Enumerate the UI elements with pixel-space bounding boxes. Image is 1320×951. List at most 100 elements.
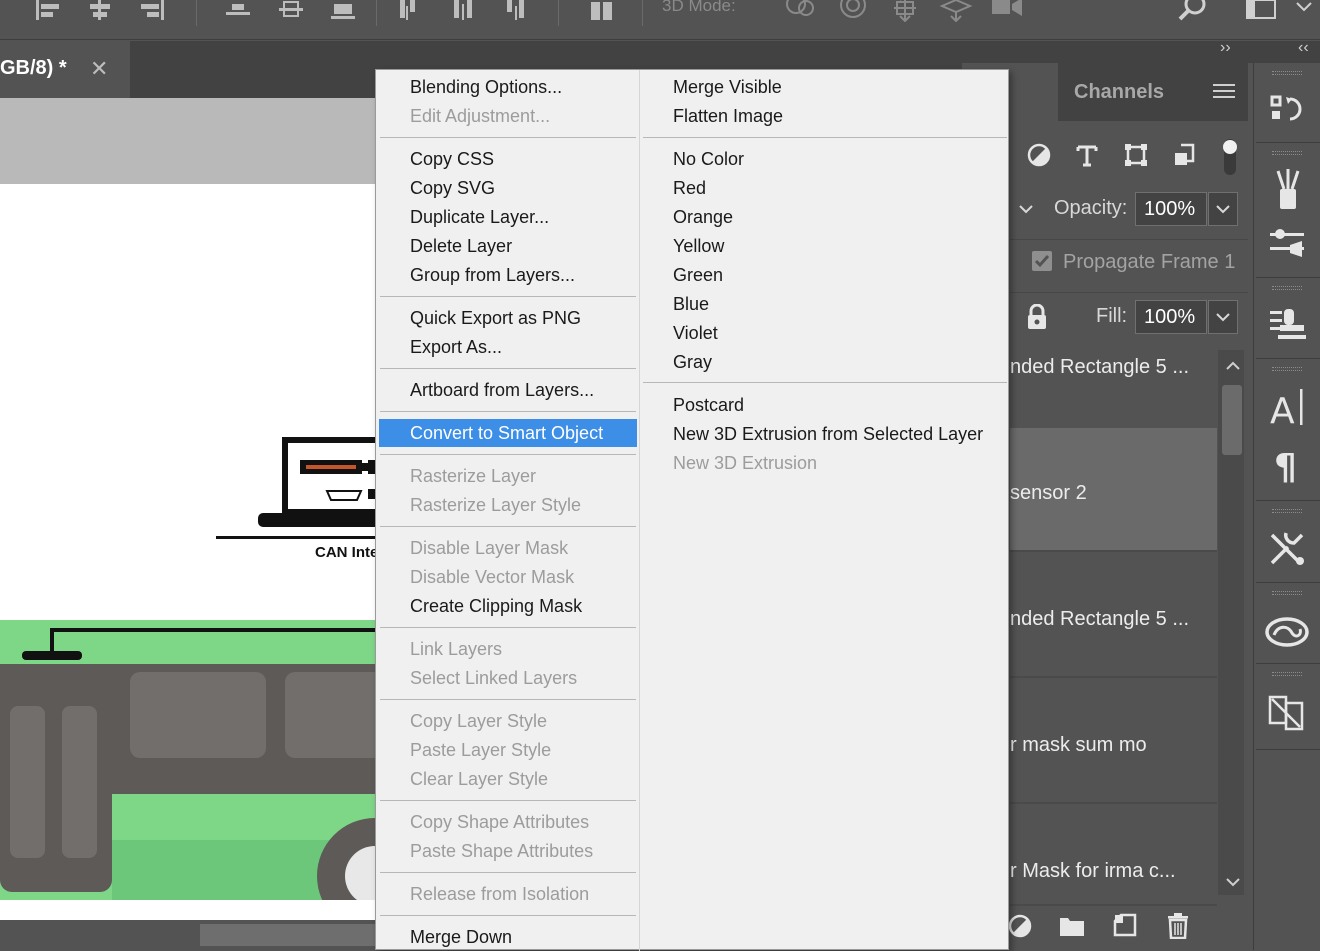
- grip[interactable]: [1272, 367, 1302, 371]
- align-top-icon[interactable]: [224, 0, 252, 22]
- search-icon[interactable]: [1176, 0, 1210, 22]
- scroll-up-icon[interactable]: [1224, 360, 1242, 372]
- menu-item-gray[interactable]: Gray: [642, 348, 1007, 376]
- fill-dropdown[interactable]: [1208, 300, 1238, 334]
- menu-item-paste-shape-attributes[interactable]: Paste Shape Attributes: [379, 837, 637, 865]
- roll-3d-icon[interactable]: [836, 0, 870, 22]
- brushes-icon[interactable]: [1264, 167, 1310, 213]
- collapse-panels-icon[interactable]: ››: [1220, 39, 1231, 57]
- shape-filter-icon[interactable]: [1124, 143, 1148, 167]
- menu-item-create-clipping-mask[interactable]: Create Clipping Mask: [379, 592, 637, 620]
- menu-item-clear-layer-style[interactable]: Clear Layer Style: [379, 765, 637, 793]
- menu-item-group-from-layers[interactable]: Group from Layers...: [379, 261, 637, 289]
- trash-icon[interactable]: [1167, 913, 1189, 939]
- propagate-checkbox[interactable]: [1031, 250, 1053, 272]
- menu-item-artboard-from-layers[interactable]: Artboard from Layers...: [379, 376, 637, 404]
- menu-item-yellow[interactable]: Yellow: [642, 232, 1007, 260]
- menu-item-no-color[interactable]: No Color: [642, 145, 1007, 173]
- chevron-down-icon[interactable]: [1294, 0, 1314, 22]
- grip[interactable]: [1272, 71, 1302, 75]
- grip[interactable]: [1272, 151, 1302, 155]
- distribute-left-icon[interactable]: [398, 0, 426, 22]
- folder-icon[interactable]: [1059, 915, 1085, 937]
- distribute-center-icon[interactable]: [450, 0, 478, 22]
- grip[interactable]: [1272, 286, 1302, 290]
- menu-item-flatten-image[interactable]: Flatten Image: [642, 102, 1007, 130]
- pan-3d-icon[interactable]: [888, 0, 922, 22]
- mask-icon[interactable]: [1008, 913, 1032, 939]
- scrollbar-thumb[interactable]: [1222, 385, 1242, 455]
- tools-icon[interactable]: [1264, 525, 1310, 571]
- menu-item-quick-export-png[interactable]: Quick Export as PNG: [379, 304, 637, 332]
- layer-row[interactable]: r mask sum mo: [1010, 680, 1217, 804]
- align-bottom-icon[interactable]: [329, 0, 357, 22]
- opacity-input[interactable]: 100%: [1135, 192, 1207, 226]
- menu-item-new-3d-extrusion-selected[interactable]: New 3D Extrusion from Selected Layer: [642, 420, 1007, 448]
- document-tab[interactable]: GB/8) * ✕: [0, 41, 130, 98]
- menu-item-blending-options[interactable]: Blending Options...: [379, 73, 637, 101]
- menu-item-violet[interactable]: Violet: [642, 319, 1007, 347]
- menu-item-copy-svg[interactable]: Copy SVG: [379, 174, 637, 202]
- menu-item-rasterize-layer[interactable]: Rasterize Layer: [379, 462, 637, 490]
- distribute-right-icon[interactable]: [503, 0, 531, 22]
- panel-menu-icon[interactable]: [1213, 83, 1235, 99]
- menu-item-copy-css[interactable]: Copy CSS: [379, 145, 637, 173]
- character-icon[interactable]: A: [1264, 383, 1310, 429]
- paragraph-icon[interactable]: ¶: [1264, 439, 1310, 485]
- grip[interactable]: [1272, 591, 1302, 595]
- tab-channels[interactable]: Channels: [1074, 81, 1164, 104]
- close-icon[interactable]: ✕: [90, 56, 108, 82]
- slide-3d-icon[interactable]: [938, 0, 974, 22]
- menu-item-merge-visible[interactable]: Merge Visible: [642, 73, 1007, 101]
- brush-settings-icon[interactable]: [1264, 221, 1310, 267]
- menu-item-green[interactable]: Green: [642, 261, 1007, 289]
- adjustment-filter-icon[interactable]: [1027, 143, 1051, 167]
- menu-item-disable-layer-mask[interactable]: Disable Layer Mask: [379, 534, 637, 562]
- workspace-icon[interactable]: [1244, 0, 1280, 22]
- distribute-spacing-icon[interactable]: [588, 0, 616, 22]
- blend-mode-dropdown-icon[interactable]: [1012, 193, 1042, 227]
- menu-item-export-as[interactable]: Export As...: [379, 333, 637, 361]
- filter-toggle-icon[interactable]: [1222, 137, 1238, 177]
- lock-icon[interactable]: [1025, 304, 1049, 330]
- align-right-icon[interactable]: [138, 0, 166, 22]
- grip[interactable]: [1272, 672, 1302, 676]
- opacity-dropdown[interactable]: [1208, 192, 1238, 226]
- menu-item-select-linked-layers[interactable]: Select Linked Layers: [379, 664, 637, 692]
- menu-item-disable-vector-mask[interactable]: Disable Vector Mask: [379, 563, 637, 591]
- menu-item-copy-layer-style[interactable]: Copy Layer Style: [379, 707, 637, 735]
- history-icon[interactable]: [1264, 87, 1310, 133]
- menu-item-release-from-isolation[interactable]: Release from Isolation: [379, 880, 637, 908]
- menu-item-new-3d-extrusion[interactable]: New 3D Extrusion: [642, 449, 1007, 477]
- menu-item-delete-layer[interactable]: Delete Layer: [379, 232, 637, 260]
- align-hcenter-icon[interactable]: [86, 0, 114, 22]
- orbit-3d-icon[interactable]: [782, 0, 818, 22]
- scroll-down-icon[interactable]: [1224, 876, 1242, 888]
- menu-item-convert-to-smart-object[interactable]: Convert to Smart Object: [379, 419, 637, 447]
- layer-row-selected[interactable]: sensor 2: [1010, 428, 1217, 552]
- menu-item-edit-adjustment[interactable]: Edit Adjustment...: [379, 102, 637, 130]
- fill-input[interactable]: 100%: [1135, 300, 1207, 334]
- type-filter-icon[interactable]: [1075, 143, 1099, 167]
- clone-source-icon[interactable]: [1264, 301, 1310, 347]
- menu-item-blue[interactable]: Blue: [642, 290, 1007, 318]
- glyphs-icon[interactable]: [1264, 689, 1310, 735]
- menu-item-link-layers[interactable]: Link Layers: [379, 635, 637, 663]
- smart-object-filter-icon[interactable]: [1173, 143, 1197, 167]
- align-vcenter-icon[interactable]: [277, 0, 305, 22]
- grip[interactable]: [1272, 509, 1302, 513]
- menu-item-postcard[interactable]: Postcard: [642, 391, 1007, 419]
- menu-item-paste-layer-style[interactable]: Paste Layer Style: [379, 736, 637, 764]
- menu-item-red[interactable]: Red: [642, 174, 1007, 202]
- layer-row[interactable]: r Mask for irma c...: [1010, 806, 1217, 906]
- menu-item-merge-down[interactable]: Merge Down: [379, 923, 637, 951]
- menu-item-duplicate-layer[interactable]: Duplicate Layer...: [379, 203, 637, 231]
- creative-cloud-icon[interactable]: [1264, 607, 1310, 653]
- horizontal-scrollbar[interactable]: [200, 924, 380, 946]
- layer-row[interactable]: nded Rectangle 5 ...: [1010, 554, 1217, 678]
- menu-item-copy-shape-attributes[interactable]: Copy Shape Attributes: [379, 808, 637, 836]
- new-layer-icon[interactable]: [1113, 913, 1137, 937]
- expand-panels-icon[interactable]: ‹‹: [1298, 39, 1309, 57]
- align-left-icon[interactable]: [34, 0, 62, 22]
- camera-3d-icon[interactable]: [990, 0, 1028, 22]
